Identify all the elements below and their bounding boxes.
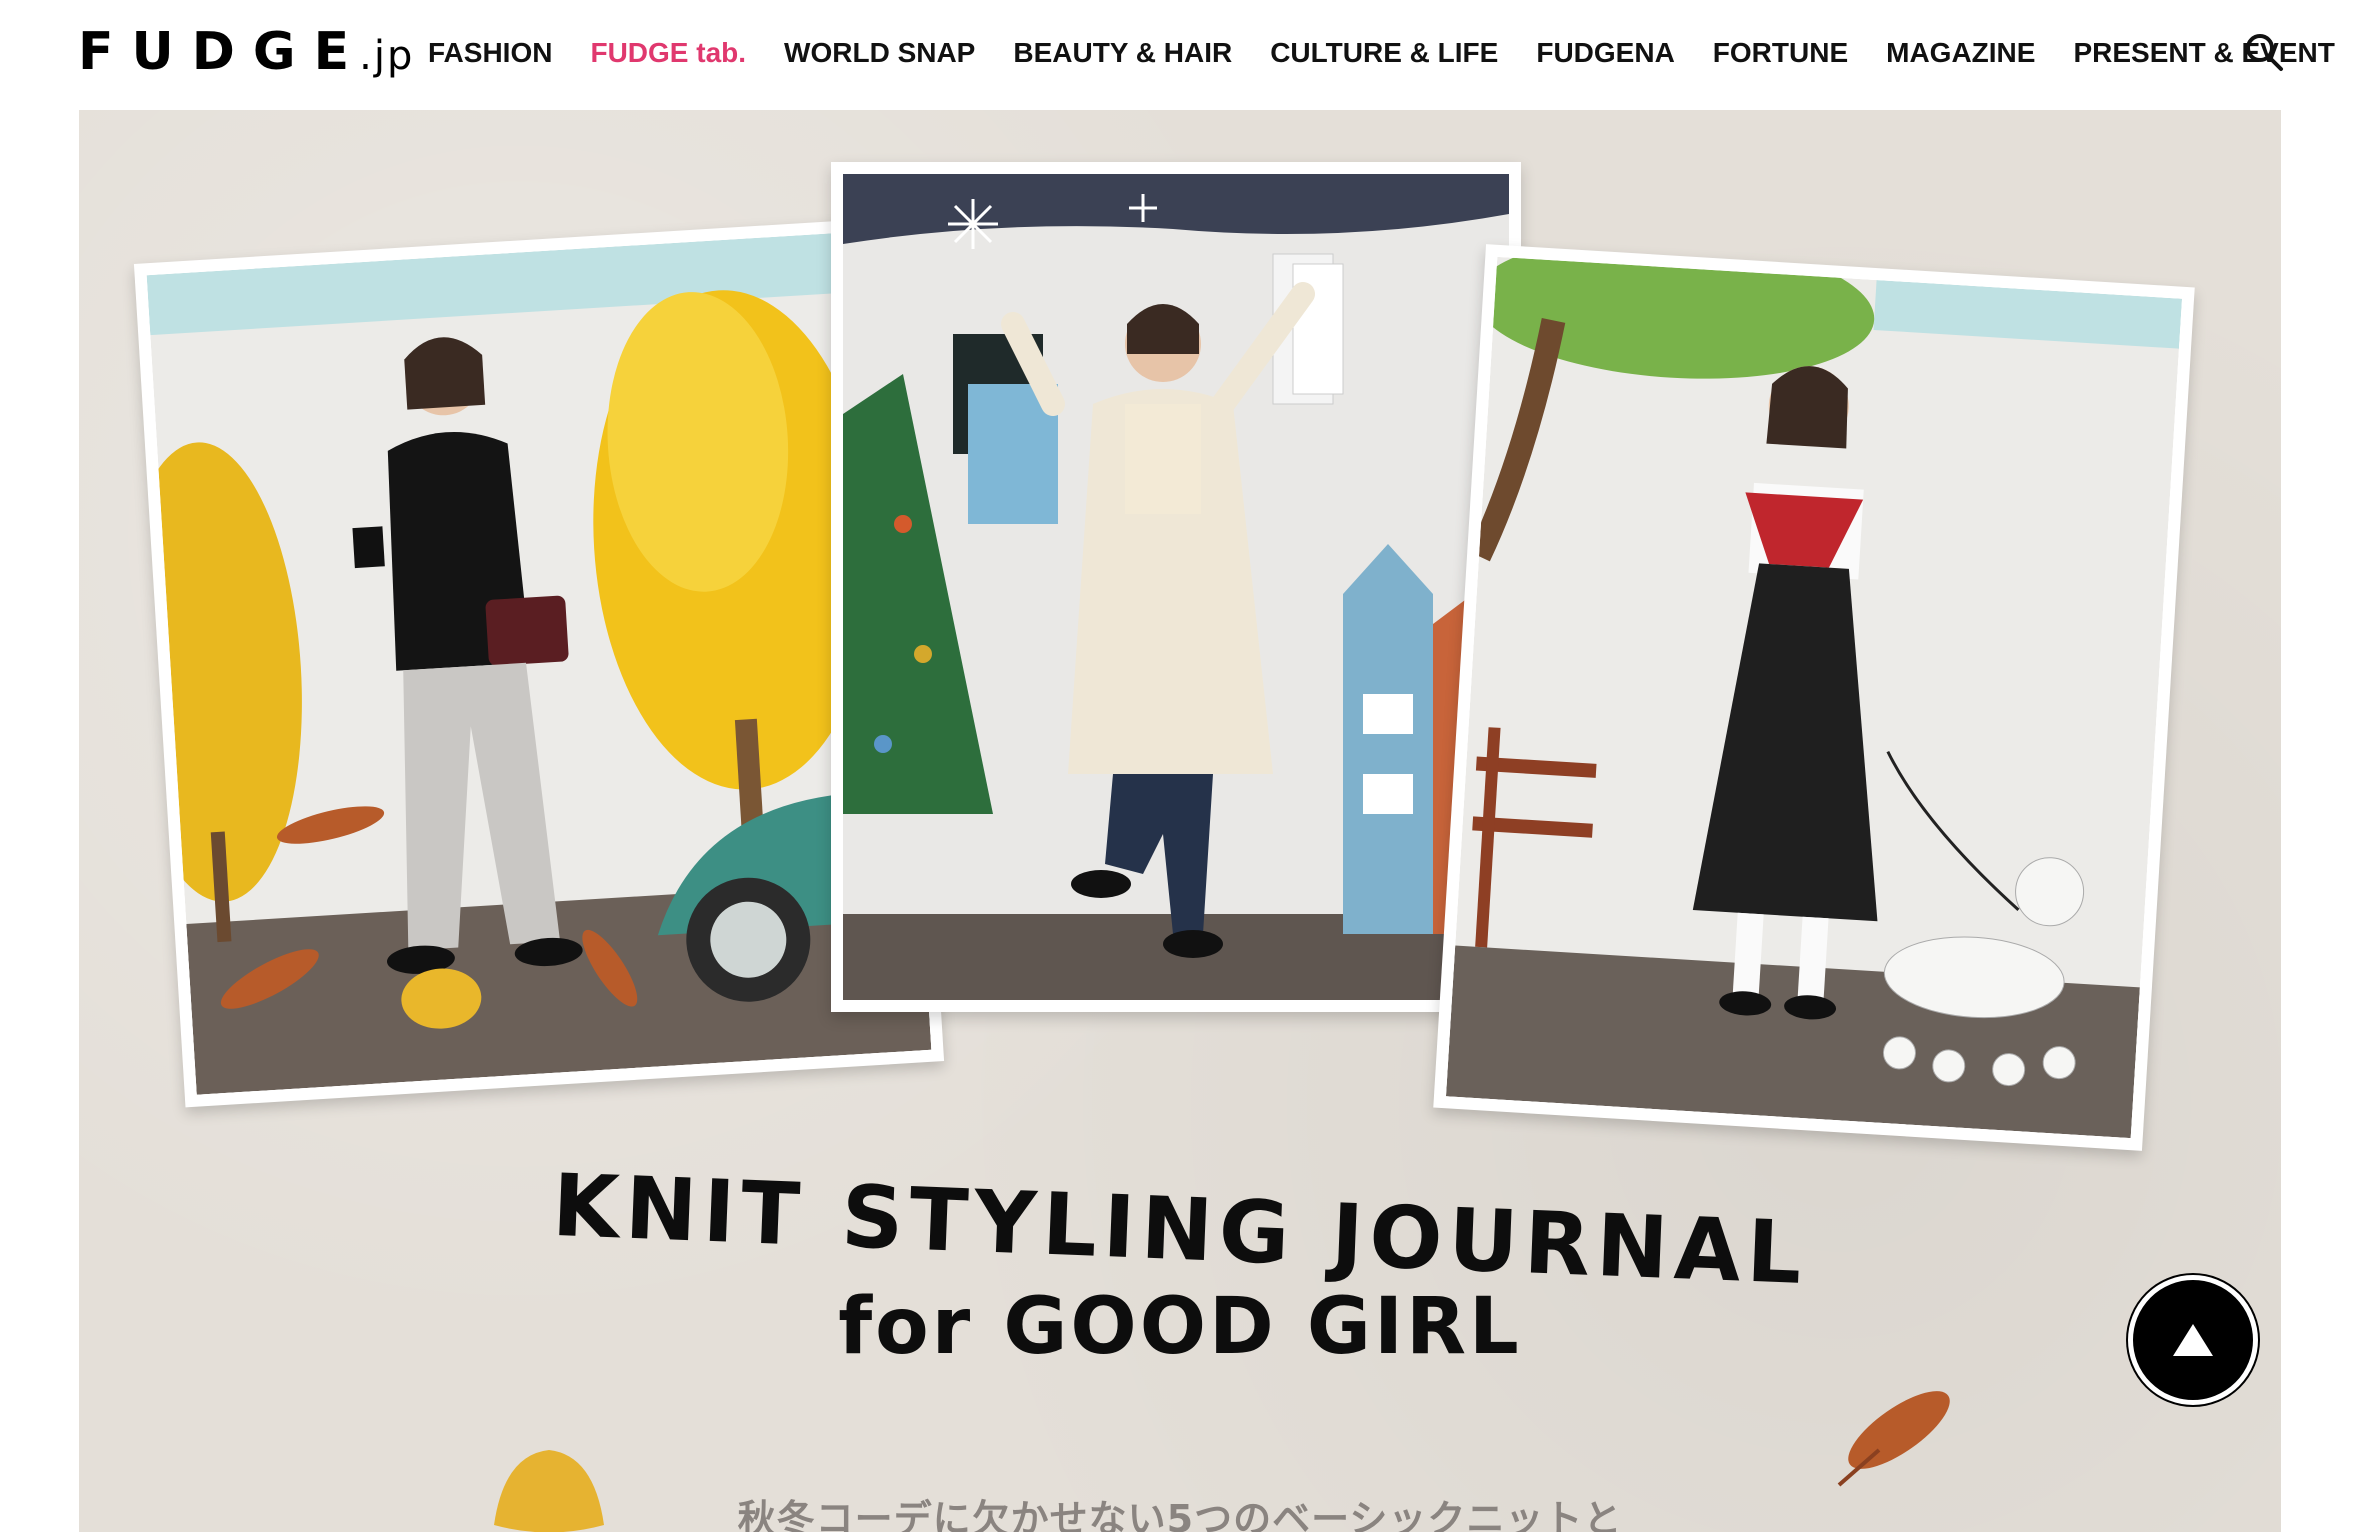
search-button[interactable] <box>2242 30 2286 74</box>
christmas-scene <box>843 174 1509 1000</box>
site-logo[interactable]: FUDGE .jp <box>78 22 414 86</box>
nav-item-fudgena[interactable]: FUDGENA <box>1536 37 1674 69</box>
nav-item-beauty-hair[interactable]: BEAUTY & HAIR <box>1013 37 1232 69</box>
nav-item-magazine[interactable]: MAGAZINE <box>1886 37 2035 69</box>
nav-item-culture-life[interactable]: CULTURE & LIFE <box>1270 37 1498 69</box>
autumn-photo <box>133 217 945 1108</box>
spring-photo <box>1433 244 2195 1151</box>
orange-leaf-decoration <box>1837 1391 1950 1487</box>
nav-item-fashion[interactable]: FASHION <box>428 37 552 69</box>
christmas-illustration <box>843 174 1509 1000</box>
nav-item-present-event[interactable]: PRESENT & EVENT <box>2073 37 2334 69</box>
search-icon <box>2246 34 2283 71</box>
logo-suffix-text: .jp <box>359 33 415 79</box>
scroll-to-top-button[interactable] <box>2128 1275 2258 1405</box>
spring-illustration <box>1445 256 2183 1139</box>
hero-banner[interactable]: KNIT STYLING JOURNAL for GOOD GIRL 秋冬コーデ… <box>79 110 2281 1532</box>
christmas-photo <box>831 162 1521 1012</box>
triangle-up-icon <box>2173 1324 2213 1356</box>
autumn-illustration <box>146 230 932 1095</box>
nav-item-fudge-tab[interactable]: FUDGE tab. <box>590 37 746 69</box>
logo-main-text: FUDGE <box>78 22 368 82</box>
site-header: FUDGE .jp FASHION FUDGE tab. WORLD SNAP … <box>0 0 2358 108</box>
spring-scene <box>1445 256 2183 1139</box>
nav-item-world-snap[interactable]: WORLD SNAP <box>784 37 975 69</box>
main-nav: FASHION FUDGE tab. WORLD SNAP BEAUTY & H… <box>428 30 2358 76</box>
hero-subtitle: 秋冬コーデに欠かせない5つのベーシックニットと <box>737 1497 1623 1532</box>
nav-item-fortune[interactable]: FORTUNE <box>1713 37 1848 69</box>
autumn-scene <box>146 230 932 1095</box>
hero-headline-line2: for GOOD GIRL <box>838 1282 1522 1372</box>
